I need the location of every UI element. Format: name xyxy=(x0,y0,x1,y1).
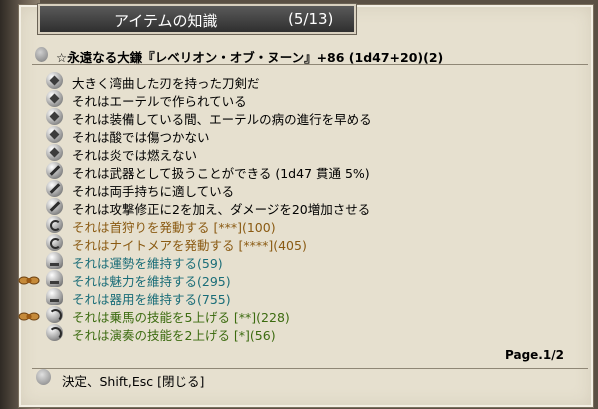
mark-icon xyxy=(18,272,40,285)
diamond-icon xyxy=(46,108,63,125)
spiral-icon xyxy=(46,216,63,233)
diamond-icon xyxy=(46,126,63,143)
bell-icon xyxy=(46,270,63,287)
property-row: それは攻撃修正に2を加え、ダメージを20増加させる xyxy=(0,198,560,217)
window-title-bar: アイテムの知識 (5/13) xyxy=(38,4,356,34)
sword-icon xyxy=(46,180,63,197)
item-header-icon xyxy=(35,47,48,62)
bell-icon xyxy=(46,252,63,269)
property-row: それは運勢を維持する(59) xyxy=(0,252,560,271)
property-row: それは乗馬の技能を5上げる [**](228) xyxy=(0,306,560,325)
property-row: それは器用を維持する(755) xyxy=(0,288,560,307)
swirl-icon xyxy=(46,324,63,341)
hint-icon xyxy=(36,369,51,385)
spiral-icon xyxy=(46,234,63,251)
bell-icon xyxy=(46,288,63,305)
property-row: それは酸では傷つかない xyxy=(0,126,560,145)
footer-divider xyxy=(32,368,588,369)
page-count: (5/13) xyxy=(288,10,334,28)
property-row: それは両手持ちに適している xyxy=(0,180,560,199)
property-row: それは演奏の技能を2上げる [*](56) xyxy=(0,324,560,343)
sword-icon xyxy=(46,198,63,215)
window-title: アイテムの知識 xyxy=(114,12,218,30)
diamond-icon xyxy=(46,90,63,107)
property-row: それは魅力を維持する(295) xyxy=(0,270,560,289)
property-row: それは炎では燃えない xyxy=(0,144,560,163)
property-row: それは首狩りを発動する [***](100) xyxy=(0,216,560,235)
page-indicator: Page.1/2 xyxy=(505,348,564,362)
property-row: それは装備している間、エーテルの病の進行を早める xyxy=(0,108,560,127)
property-row: 大きく湾曲した刃を持った刀剣だ xyxy=(0,72,560,91)
property-text: それは演奏の技能を2上げる [*](56) xyxy=(72,328,276,343)
mark-icon xyxy=(18,308,40,321)
item-header: ☆永遠なる大鎌『レベリオン・オブ・ヌーン』+86 (1d47+20)(2) xyxy=(32,47,588,65)
diamond-icon xyxy=(46,72,63,89)
item-name: ☆永遠なる大鎌『レベリオン・オブ・ヌーン』+86 (1d47+20)(2) xyxy=(56,50,444,65)
swirl-icon xyxy=(46,306,63,323)
property-row: それはナイトメアを発動する [****](405) xyxy=(0,234,560,253)
property-row: それはエーテルで作られている xyxy=(0,90,560,109)
property-row: それは武器として扱うことができる (1d47 貫通 5%) xyxy=(0,162,560,181)
footer-hint: 決定、Shift,Esc [閉じる] xyxy=(62,374,205,389)
sword-icon xyxy=(46,162,63,179)
diamond-icon xyxy=(46,144,63,161)
